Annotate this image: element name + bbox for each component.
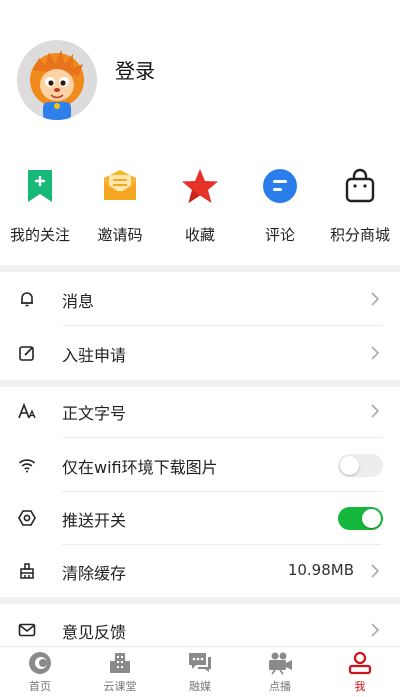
quick-action-follow[interactable]: 我的关注 — [0, 160, 80, 260]
star-icon — [182, 169, 218, 203]
section-divider — [0, 265, 400, 272]
toggle-knob — [340, 456, 359, 475]
quick-action-points-mall[interactable]: 积分商城 — [320, 160, 400, 260]
menu-item-label: 清除缓存 — [62, 564, 127, 583]
quick-actions: 我的关注 邀请码 收藏 评论 积分商城 — [0, 160, 400, 260]
wifi-images-toggle[interactable] — [338, 454, 383, 477]
person-icon — [348, 651, 372, 675]
cache-size-value: 10.98MB — [287, 561, 354, 579]
font-size-icon — [18, 402, 36, 419]
shopping-bag-icon — [345, 168, 375, 203]
quick-action-favorites[interactable]: 收藏 — [160, 160, 240, 260]
tab-home[interactable]: 首页 — [0, 647, 80, 697]
toggle-knob — [362, 509, 381, 528]
push-settings-icon — [18, 510, 36, 526]
video-camera-icon — [269, 652, 292, 675]
bookmark-plus-icon — [28, 170, 52, 202]
menu-item-apply[interactable]: 入驻申请 — [0, 326, 400, 380]
login-link[interactable]: 登录 — [115, 55, 155, 84]
chevron-right-icon — [371, 346, 380, 360]
push-toggle[interactable] — [338, 507, 383, 530]
chevron-right-icon — [371, 292, 380, 306]
quick-action-comments[interactable]: 评论 — [240, 160, 320, 260]
quick-action-label: 邀请码 — [97, 226, 143, 244]
media-chat-icon — [189, 653, 211, 672]
menu-item-push: 推送开关 — [0, 491, 400, 545]
profile-header: 登录 — [0, 0, 400, 150]
menu-item-wifi-images: 仅在wifi环境下载图片 — [0, 438, 400, 492]
quick-action-label: 我的关注 — [9, 226, 70, 244]
chevron-right-icon — [371, 404, 380, 418]
tab-label: 融媒 — [189, 680, 211, 693]
menu-item-label: 正文字号 — [62, 404, 127, 423]
building-icon — [110, 653, 130, 673]
quick-action-label: 评论 — [264, 226, 295, 244]
tab-label: 首页 — [29, 680, 51, 693]
tab-media[interactable]: 融媒 — [160, 647, 240, 697]
chat-bubble-icon — [263, 169, 297, 203]
avatar[interactable] — [17, 40, 97, 120]
menu-item-label: 仅在wifi环境下载图片 — [62, 458, 218, 477]
tab-label: 我 — [354, 680, 366, 693]
menu-item-label: 推送开关 — [62, 511, 127, 530]
edit-icon — [19, 346, 34, 361]
bottom-tab-bar: 首页 云课堂 融媒 点播 我 — [0, 646, 400, 697]
quick-action-label: 收藏 — [184, 226, 215, 244]
broom-icon — [20, 563, 34, 579]
menu-item-label: 消息 — [62, 292, 95, 311]
menu-item-font-size[interactable]: 正文字号 — [0, 384, 400, 438]
tab-label: 点播 — [269, 680, 291, 693]
wifi-icon — [18, 459, 36, 473]
envelope-icon — [104, 170, 136, 200]
tab-cloud-class[interactable]: 云课堂 — [80, 647, 160, 697]
menu-item-label: 入驻申请 — [62, 346, 127, 365]
bell-icon — [21, 292, 33, 307]
tab-on-demand[interactable]: 点播 — [240, 647, 320, 697]
quick-action-invite-code[interactable]: 邀请码 — [80, 160, 160, 260]
tab-label: 云课堂 — [103, 680, 137, 693]
menu-item-label: 意见反馈 — [62, 623, 127, 642]
menu-item-messages[interactable]: 消息 — [0, 272, 400, 326]
menu-item-clear-cache[interactable]: 清除缓存 10.98MB — [0, 544, 400, 598]
chevron-right-icon — [371, 623, 380, 637]
chevron-right-icon — [371, 564, 380, 578]
tab-me[interactable]: 我 — [320, 647, 400, 697]
quick-action-label: 积分商城 — [329, 226, 390, 244]
home-logo-icon — [29, 652, 51, 674]
mail-icon — [18, 623, 36, 637]
